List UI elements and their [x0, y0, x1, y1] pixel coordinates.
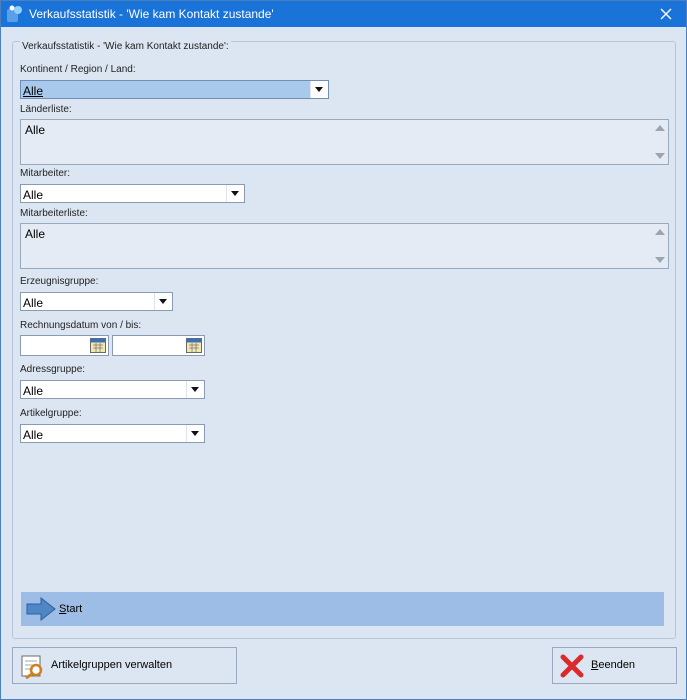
laenderliste-listbox[interactable]: Alle — [20, 119, 669, 165]
title-bar[interactable]: Verkaufsstatistik - 'Wie kam Kontakt zus… — [1, 1, 686, 27]
mitarbeiter-value: Alle — [23, 188, 44, 202]
scroll-up-icon[interactable] — [655, 229, 665, 235]
manage-article-groups-button[interactable]: Artikelgruppen verwalten — [12, 647, 237, 684]
quit-label: Beenden — [591, 659, 636, 671]
erzeugnisgruppe-dropdown[interactable]: Alle — [20, 292, 173, 311]
chevron-down-icon[interactable] — [226, 185, 244, 202]
window-title: Verkaufsstatistik - 'Wie kam Kontakt zus… — [29, 7, 274, 21]
mitarbeiterliste-listbox[interactable]: Alle — [20, 223, 669, 269]
date-from-field[interactable] — [20, 335, 109, 356]
manage-article-groups-label: Artikelgruppen verwalten — [51, 659, 173, 671]
kontinent-value: Alle — [23, 84, 44, 98]
scroll-down-icon[interactable] — [655, 257, 665, 263]
mitarbeiterliste-label: Mitarbeiterliste: — [20, 208, 88, 219]
calendar-icon[interactable] — [186, 338, 202, 353]
artikelgruppe-dropdown[interactable]: Alle — [20, 424, 205, 443]
chevron-down-icon[interactable] — [154, 293, 172, 310]
laenderliste-scrollbar[interactable] — [651, 120, 668, 164]
kontinent-label: Kontinent / Region / Land: — [20, 64, 136, 75]
artikelgruppe-value: Alle — [23, 428, 44, 442]
chevron-down-icon[interactable] — [186, 381, 204, 398]
chevron-down-icon[interactable] — [310, 81, 328, 98]
scroll-up-icon[interactable] — [655, 125, 665, 131]
scroll-down-icon[interactable] — [655, 153, 665, 159]
dialog-window: Verkaufsstatistik - 'Wie kam Kontakt zus… — [0, 0, 687, 700]
chevron-down-icon[interactable] — [186, 425, 204, 442]
adressgruppe-value: Alle — [23, 384, 44, 398]
laenderliste-item[interactable]: Alle — [25, 123, 45, 137]
rechnungsdatum-label: Rechnungsdatum von / bis: — [20, 320, 142, 331]
quit-button[interactable]: Beenden — [552, 647, 677, 684]
date-to-field[interactable] — [112, 335, 205, 356]
mitarbeiter-label: Mitarbeiter: — [20, 168, 71, 179]
app-icon — [7, 5, 22, 22]
close-button[interactable] — [646, 1, 686, 27]
mitarbeiterliste-item[interactable]: Alle — [25, 227, 45, 241]
mitarbeiterliste-scrollbar[interactable] — [651, 224, 668, 268]
manage-groups-icon — [21, 655, 43, 679]
arrow-right-icon — [26, 596, 56, 622]
kontinent-dropdown[interactable]: Alle — [20, 80, 329, 99]
adressgruppe-label: Adressgruppe: — [20, 364, 86, 375]
start-label: Start — [59, 603, 83, 615]
adressgruppe-dropdown[interactable]: Alle — [20, 380, 205, 399]
laenderliste-label: Länderliste: — [20, 104, 72, 115]
calendar-icon[interactable] — [90, 338, 106, 353]
start-button[interactable]: Start — [21, 592, 664, 626]
erzeugnisgruppe-value: Alle — [23, 296, 44, 310]
artikelgruppe-label: Artikelgruppe: — [20, 408, 82, 419]
mitarbeiter-dropdown[interactable]: Alle — [20, 184, 245, 203]
close-icon — [660, 8, 672, 20]
erzeugnisgruppe-label: Erzeugnisgruppe: — [20, 276, 99, 287]
groupbox-legend: Verkaufsstatistik - 'Wie kam Kontakt zus… — [20, 41, 231, 52]
red-x-icon — [560, 654, 584, 678]
